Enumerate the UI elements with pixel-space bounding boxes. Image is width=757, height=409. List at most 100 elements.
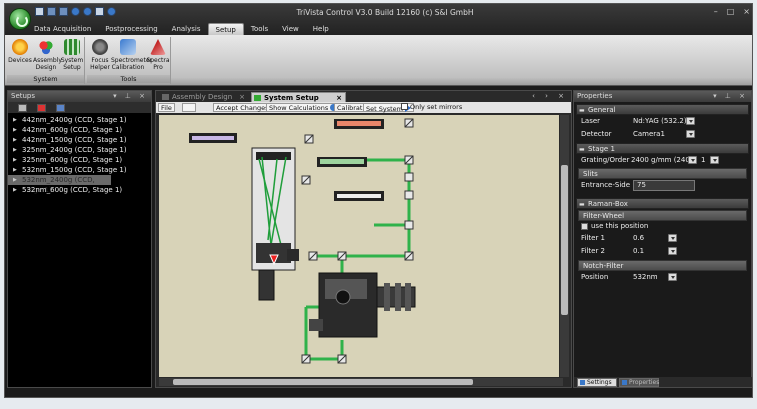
spectra-pro-button[interactable]: Spectra Pro xyxy=(145,39,171,71)
system-setup-icon xyxy=(64,39,80,55)
edit-icon[interactable] xyxy=(182,103,196,112)
use-position-checkbox[interactable] xyxy=(581,223,588,230)
order-select[interactable]: 1 xyxy=(701,154,705,167)
filter-wheel-subcategory[interactable]: Filter-Wheel xyxy=(578,210,747,221)
mirror-box[interactable] xyxy=(404,220,414,230)
user-icon[interactable] xyxy=(95,7,104,16)
new-file-icon[interactable] xyxy=(35,7,44,16)
properties-panel: Properties ▾ ⊥ × General Laser Nd:YAG (5… xyxy=(573,90,752,388)
setups-toolbar xyxy=(8,102,151,113)
stage1-category[interactable]: Stage 1 xyxy=(576,143,749,155)
tab-properties[interactable]: Properties xyxy=(619,378,659,387)
objective-turret xyxy=(335,289,351,305)
undo-icon[interactable] xyxy=(71,7,80,16)
optical-layout-diagram xyxy=(189,118,416,364)
chevron-down-icon[interactable] xyxy=(668,273,677,281)
tab-settings[interactable]: Settings xyxy=(577,378,617,387)
system-setup-canvas[interactable] xyxy=(159,115,559,377)
delete-setup-icon[interactable] xyxy=(37,104,46,112)
microscope-unit[interactable] xyxy=(309,272,416,338)
chevron-down-icon[interactable] xyxy=(668,247,677,255)
spectrometer[interactable] xyxy=(251,147,299,301)
chevron-down-icon[interactable] xyxy=(688,156,697,164)
menu-tab-data-acquisition[interactable]: Data Acquisition xyxy=(27,23,98,35)
eyepiece xyxy=(405,283,411,311)
file-button[interactable]: File xyxy=(158,103,175,112)
chevron-down-icon[interactable] xyxy=(668,234,677,242)
list-item[interactable]: 532nm_600g (CCD, Stage 1) xyxy=(8,185,151,195)
chevron-down-icon[interactable] xyxy=(710,156,719,164)
filter2-select[interactable]: 0.1 xyxy=(633,245,644,258)
list-item-selected[interactable]: 532nm_2400g (CCD, Stage 1) xyxy=(8,175,111,194)
spectra-pro-icon xyxy=(150,39,166,55)
document-toolbar: File Accept Changes Show Calculations Ca… xyxy=(156,102,571,113)
detector-select[interactable]: Camera1 xyxy=(633,128,665,141)
ribbon-group-tools: Focus Helper Spectrometer Calibration Sp… xyxy=(87,37,171,84)
panel-pin-close-icon[interactable]: ▾ ⊥ × xyxy=(713,91,748,102)
focus-helper-button[interactable]: Focus Helper xyxy=(87,39,113,71)
help-icon[interactable] xyxy=(107,7,116,16)
notch-filter-subcategory[interactable]: Notch-Filter xyxy=(578,260,747,271)
chevron-down-icon[interactable] xyxy=(686,130,695,138)
detector-property: Detector Camera1 xyxy=(576,128,749,141)
menu-tab-tools[interactable]: Tools xyxy=(244,23,275,35)
filter-element-orange xyxy=(337,121,381,126)
chevron-down-icon[interactable] xyxy=(686,117,695,125)
scroll-thumb[interactable] xyxy=(561,165,568,315)
ribbon-group-label: System xyxy=(7,75,84,83)
window-title: TriVista Control V3.0 Build 12160 (c) S&… xyxy=(296,8,474,17)
menu-tab-view[interactable]: View xyxy=(275,23,306,35)
minimize-icon[interactable]: – xyxy=(714,7,718,16)
devices-button[interactable]: Devices xyxy=(7,39,33,64)
raman-box-category[interactable]: Raman-Box xyxy=(576,198,749,210)
close-icon[interactable]: × xyxy=(743,7,750,16)
list-item[interactable]: 442nm_1500g (CCD, Stage 1) xyxy=(8,135,151,145)
mirror-box[interactable] xyxy=(404,190,414,200)
slits-subcategory[interactable]: Slits xyxy=(578,168,747,179)
maximize-icon[interactable]: □ xyxy=(727,7,735,16)
setups-panel: Setups ▾ ⊥ × 442nm_2400g (CCD, Stage 1) … xyxy=(7,90,152,388)
list-item[interactable]: 532nm_1500g (CCD, Stage 1) xyxy=(8,165,151,175)
eyepiece xyxy=(395,283,401,311)
setups-panel-header: Setups ▾ ⊥ × xyxy=(8,91,151,102)
list-item[interactable]: 442nm_2400g (CCD, Stage 1) xyxy=(8,115,151,125)
general-category[interactable]: General xyxy=(576,104,749,116)
show-calculations-button[interactable]: Show Calculations xyxy=(266,103,341,112)
tab-assembly-design[interactable]: Assembly Design × xyxy=(160,92,248,102)
only-set-mirrors-checkbox[interactable]: Only set mirrors xyxy=(401,102,462,113)
grating-select[interactable]: 2400 g/mm (240h xyxy=(631,154,694,167)
tab-system-setup[interactable]: System Setup × xyxy=(251,92,346,102)
grating-property: Grating/Order 2400 g/mm (240h 1 xyxy=(576,154,749,167)
vertical-scrollbar[interactable] xyxy=(560,115,569,377)
eyepiece xyxy=(384,283,390,311)
document-nav-icons[interactable]: ‹ › × xyxy=(532,91,568,102)
panel-pin-close-icon[interactable]: ▾ ⊥ × xyxy=(113,91,148,102)
horizontal-scrollbar[interactable] xyxy=(159,378,563,386)
window-controls: – □ × xyxy=(714,7,750,16)
redo-icon[interactable] xyxy=(83,7,92,16)
list-item[interactable]: 442nm_600g (CCD, Stage 1) xyxy=(8,125,151,135)
menu-tab-setup[interactable]: Setup xyxy=(207,23,244,35)
menu-tab-postprocessing[interactable]: Postprocessing xyxy=(98,23,164,35)
scroll-thumb[interactable] xyxy=(173,379,473,385)
spectrometer-calibration-button[interactable]: Spectrometer Calibration xyxy=(111,39,152,71)
filter1-select[interactable]: 0.6 xyxy=(633,232,644,245)
notch-position-select[interactable]: 532nm xyxy=(633,271,658,284)
open-folder-icon[interactable] xyxy=(47,7,56,16)
mirror-box[interactable] xyxy=(404,172,414,182)
menu-tab-help[interactable]: Help xyxy=(306,23,336,35)
entrance-slit xyxy=(287,249,299,261)
entrance-side-input[interactable]: 75 xyxy=(633,180,695,191)
laser-select[interactable]: Nd:YAG (532.2) xyxy=(633,115,687,128)
assembly-design-button[interactable]: Assembly Design xyxy=(33,39,62,71)
close-tab-icon[interactable]: × xyxy=(239,92,245,102)
checkbox-icon xyxy=(401,103,408,110)
new-setup-icon[interactable] xyxy=(18,104,27,112)
system-setup-button[interactable]: System Setup xyxy=(59,39,85,71)
import-setup-icon[interactable] xyxy=(56,104,65,112)
filter-element-white xyxy=(337,194,381,198)
list-item[interactable]: 325nm_2400g (CCD, Stage 1) xyxy=(8,145,151,155)
list-item[interactable]: 325nm_600g (CCD, Stage 1) xyxy=(8,155,151,165)
save-icon[interactable] xyxy=(59,7,68,16)
menu-tab-analysis[interactable]: Analysis xyxy=(165,23,208,35)
